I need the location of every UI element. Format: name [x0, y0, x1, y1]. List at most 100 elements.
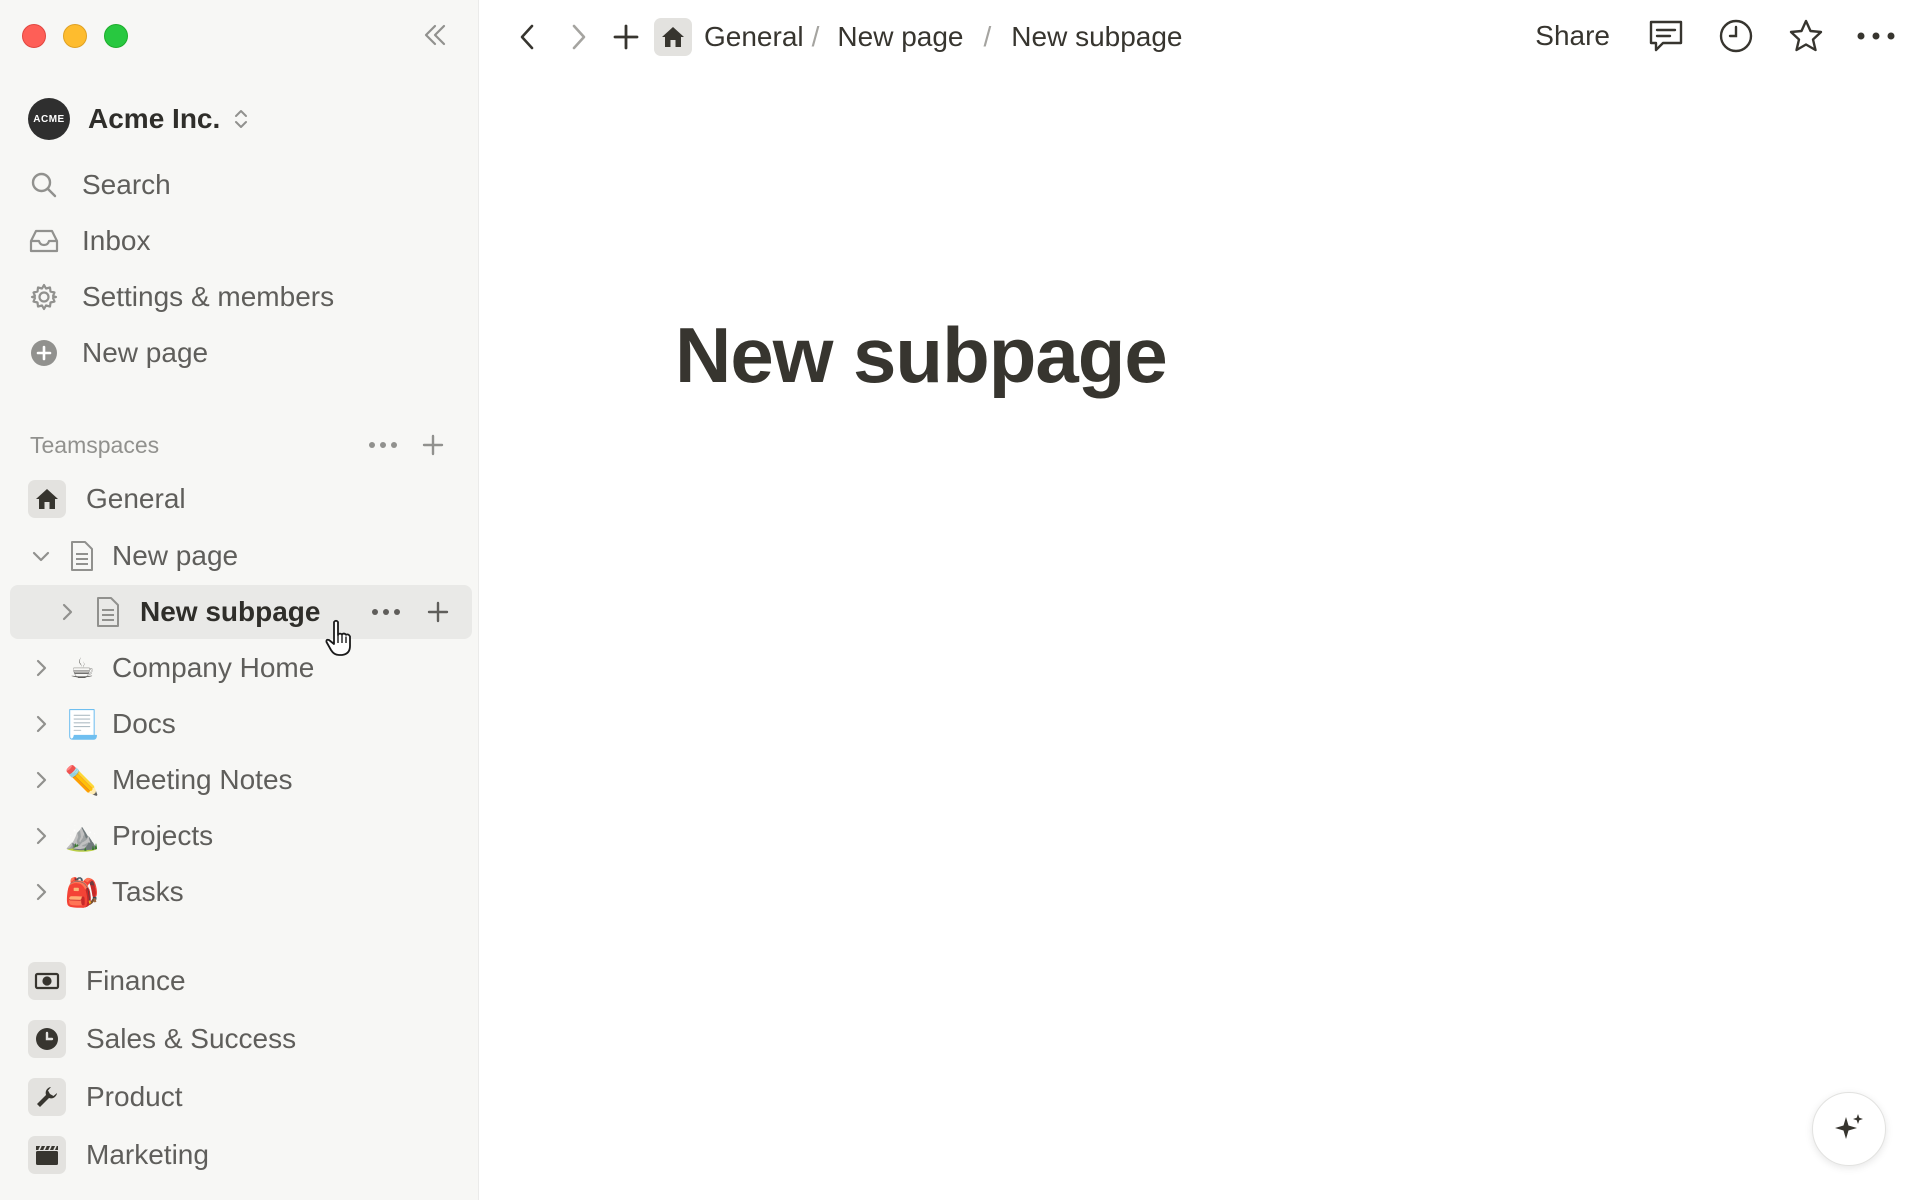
workspace-logo: ACME — [28, 98, 70, 140]
chevron-right-icon[interactable] — [28, 767, 54, 793]
sidebar-item-marketing[interactable]: Marketing — [28, 1128, 472, 1182]
tree-item-label: Docs — [112, 708, 176, 739]
home-icon — [28, 480, 66, 518]
window-controls — [22, 24, 128, 48]
sidebar-item-meeting-notes[interactable]: ✏️ Meeting Notes — [28, 753, 472, 807]
chevron-down-icon[interactable] — [28, 543, 54, 569]
search-icon — [22, 163, 66, 207]
workspace-switcher[interactable]: ACME Acme Inc. — [28, 98, 250, 140]
tree-item-label: Finance — [86, 965, 186, 996]
sidebar-item-settings[interactable]: Settings & members — [28, 275, 334, 319]
page-more-button[interactable] — [370, 596, 402, 628]
breadcrumb-item-new-page[interactable]: New page — [837, 21, 963, 53]
comment-icon — [1649, 20, 1683, 52]
sidebar-item-general[interactable]: General — [28, 472, 472, 526]
breadcrumb-separator: / — [983, 21, 992, 52]
more-options-button[interactable] — [1854, 14, 1898, 58]
add-subpage-button[interactable] — [422, 596, 454, 628]
home-icon — [654, 18, 692, 56]
star-icon — [1789, 19, 1823, 52]
teamspaces-label: Teamspaces — [30, 431, 160, 458]
sidebar-item-docs[interactable]: 📃 Docs — [28, 697, 472, 751]
chevron-right-icon — [572, 24, 586, 50]
chevron-right-icon[interactable] — [28, 711, 54, 737]
plus-icon — [613, 24, 639, 50]
sidebar-item-search[interactable]: Search — [28, 163, 171, 207]
sparkle-icon — [1835, 1114, 1863, 1139]
sidebar-item-finance[interactable]: Finance — [28, 954, 472, 1008]
chevron-right-icon[interactable] — [28, 879, 54, 905]
breadcrumb-separator: / — [811, 21, 820, 52]
tree-item-label: Sales & Success — [86, 1023, 297, 1054]
sidebar-item-sales-success[interactable]: Sales & Success — [28, 1012, 472, 1066]
page-title[interactable]: New subpage — [675, 310, 1168, 401]
breadcrumb: General / New page / New subpage — [654, 18, 1183, 56]
back-button[interactable] — [506, 15, 550, 59]
topbar-actions: Share — [1535, 14, 1898, 58]
tree-item-label: New subpage — [140, 596, 321, 627]
comments-button[interactable] — [1644, 14, 1688, 58]
double-chevron-left-icon — [424, 24, 446, 46]
sidebar-item-new-page-tree[interactable]: New page — [28, 529, 472, 583]
plus-icon — [422, 434, 444, 456]
teamspaces-header: Teamspaces — [30, 428, 450, 462]
document-icon — [88, 592, 128, 632]
new-tab-button[interactable] — [604, 15, 648, 59]
close-window-button[interactable] — [22, 24, 46, 48]
teamspaces-add-button[interactable] — [416, 428, 450, 462]
money-icon — [28, 962, 66, 1000]
sidebar-item-new-subpage[interactable]: New subpage — [10, 585, 472, 639]
sidebar: ACME Acme Inc. Search Inbox Settings & m… — [0, 0, 479, 1200]
coffee-icon: ☕ — [69, 652, 95, 684]
plus-icon — [427, 601, 449, 623]
mountain-icon: ⛰️ — [64, 820, 100, 852]
tree-item-label: Projects — [112, 820, 214, 851]
chevron-right-icon[interactable] — [54, 599, 80, 625]
pencil-icon: ✏️ — [64, 764, 100, 796]
sidebar-item-projects[interactable]: ⛰️ Projects — [28, 809, 472, 863]
more-horizontal-icon — [372, 609, 400, 615]
updates-button[interactable] — [1714, 14, 1758, 58]
document-icon — [62, 536, 102, 576]
sidebar-item-new-page[interactable]: New page — [28, 331, 208, 375]
sidebar-item-inbox[interactable]: Inbox — [28, 219, 151, 263]
tree-item-label: Marketing — [86, 1139, 209, 1170]
collapse-sidebar-button[interactable] — [418, 18, 452, 52]
sidebar-item-label: Settings & members — [82, 281, 335, 312]
wrench-icon — [28, 1078, 66, 1116]
sidebar-item-label: Search — [82, 169, 171, 200]
inbox-icon — [22, 219, 66, 263]
teamspaces-more-button[interactable] — [366, 428, 400, 462]
tree-item-label: General — [86, 483, 186, 514]
tree-item-label: Company Home — [112, 652, 315, 683]
chevron-left-icon — [520, 24, 534, 50]
chevron-right-icon[interactable] — [28, 823, 54, 849]
clapper-icon — [28, 1136, 66, 1174]
breadcrumb-item-general[interactable]: General — [704, 21, 804, 53]
favorite-button[interactable] — [1784, 14, 1828, 58]
topbar: General / New page / New subpage Share — [480, 0, 1920, 74]
clock-icon — [1719, 19, 1753, 53]
ai-assistant-button[interactable] — [1812, 1092, 1886, 1166]
minimize-window-button[interactable] — [63, 24, 87, 48]
more-horizontal-icon — [1857, 32, 1895, 40]
pointer-cursor-icon — [324, 618, 356, 663]
sidebar-item-company-home[interactable]: ☕ Company Home — [28, 641, 472, 695]
forward-button[interactable] — [556, 15, 600, 59]
plus-circle-icon — [22, 331, 66, 375]
sidebar-item-label: New page — [82, 337, 209, 368]
tree-item-label: Product — [86, 1081, 183, 1112]
breadcrumb-item-new-subpage[interactable]: New subpage — [1011, 21, 1182, 53]
tree-item-label: Tasks — [112, 876, 184, 907]
tree-item-label: Meeting Notes — [112, 764, 293, 795]
zoom-window-button[interactable] — [104, 24, 128, 48]
workspace-name: Acme Inc. — [88, 103, 221, 134]
more-horizontal-icon — [369, 442, 397, 448]
clock-icon — [28, 1020, 66, 1058]
chevron-up-down-icon — [232, 107, 250, 131]
sidebar-item-tasks[interactable]: 🎒 Tasks — [28, 865, 472, 919]
chevron-right-icon[interactable] — [28, 655, 54, 681]
scroll-icon: 📃 — [64, 708, 100, 740]
sidebar-item-product[interactable]: Product — [28, 1070, 472, 1124]
share-button[interactable]: Share — [1535, 20, 1610, 52]
